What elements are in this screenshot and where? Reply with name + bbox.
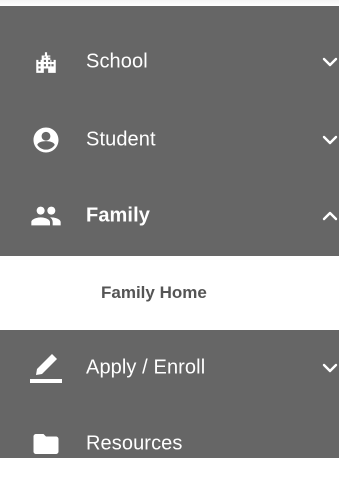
nav-panel-bottom: Apply / Enroll Resources — [0, 330, 339, 458]
nav-item-label: Student — [86, 128, 156, 151]
account-circle-icon — [28, 122, 64, 158]
building-icon — [28, 44, 64, 80]
chevron-down-icon[interactable] — [321, 359, 339, 377]
nav-item-label: Family — [86, 204, 150, 227]
pencil-underline-icon — [28, 350, 64, 386]
nav-item-label: Apply / Enroll — [86, 356, 206, 379]
nav-item-label: Resources — [86, 432, 183, 455]
chevron-down-icon[interactable] — [321, 131, 339, 149]
nav-item-student[interactable]: Student — [0, 102, 339, 178]
nav-subitem-family-home[interactable]: Family Home — [0, 256, 339, 330]
nav-item-resources[interactable]: Resources — [0, 406, 339, 482]
nav-item-family[interactable]: Family — [0, 178, 339, 254]
folder-icon — [28, 426, 64, 462]
chevron-up-icon[interactable] — [321, 207, 339, 225]
chevron-down-icon[interactable] — [321, 53, 339, 71]
nav-item-school[interactable]: School — [0, 24, 339, 100]
people-icon — [28, 198, 64, 234]
nav-item-label: School — [86, 50, 148, 73]
nav-subitem-label: Family Home — [101, 283, 207, 302]
nav-item-apply-enroll[interactable]: Apply / Enroll — [0, 330, 339, 406]
nav-panel-top: School Student Family — [0, 6, 339, 256]
